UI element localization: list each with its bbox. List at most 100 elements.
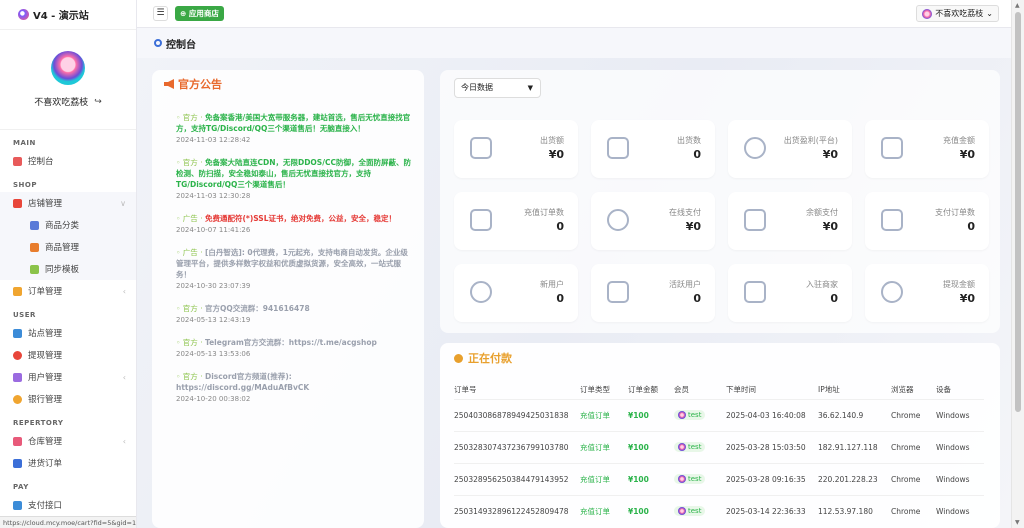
sidebar-item-label: 商品管理 xyxy=(45,243,80,253)
stat-tile: 活跃用户 0 xyxy=(591,264,715,322)
brand[interactable]: V4 - 演示站 xyxy=(0,0,136,30)
scroll-down-icon[interactable]: ▼ xyxy=(1015,519,1020,526)
breadcrumb: 控制台 xyxy=(137,28,1011,58)
announcement-time: 2024-11-03 12:30:28 xyxy=(176,192,251,200)
stat-icon xyxy=(881,281,903,303)
stat-value: ¥0 xyxy=(685,220,701,233)
member-name: test xyxy=(688,474,702,483)
sidebar-item-order-manage[interactable]: 订单管理 ‹ xyxy=(0,280,136,302)
cell-browser: Chrome xyxy=(891,430,936,463)
cell-device: Windows xyxy=(936,494,984,527)
warehouse-icon xyxy=(13,436,22,446)
announcement-item[interactable]: ◦ 官方 · Discord官方频道(推荐): https://discord.… xyxy=(176,371,412,403)
announcement-item[interactable]: ◦ 官方 · Telegram官方交流群：https://t.me/acgsho… xyxy=(176,337,412,358)
member-badge[interactable]: test xyxy=(674,441,706,452)
app-store-button[interactable]: ⊕ 应用商店 xyxy=(175,6,224,21)
sidebar-item-warehouse-manage[interactable]: 仓库管理 ‹ xyxy=(0,430,136,452)
brand-title: V4 - 演示站 xyxy=(33,11,89,22)
announcement-item[interactable]: ◦ 官方 · 免备案大陆直连CDN，无限DDOS/CC防御，全面防屏蔽、防检测、… xyxy=(176,157,412,200)
order-icon xyxy=(13,286,22,296)
sidebar-item-bank-manage[interactable]: 银行管理 xyxy=(0,388,136,410)
table-row[interactable]: 250328307437236799103780 充值订单 ¥100 test 2025… xyxy=(454,430,984,463)
sidebar-item-site-manage[interactable]: 站点管理 xyxy=(0,322,136,344)
table-row[interactable]: 250328956250384479143952 充值订单 ¥100 test 2025… xyxy=(454,462,984,495)
stat-label: 新用户 xyxy=(540,280,564,289)
sidebar: V4 - 演示站 不喜欢吃荔枝 ↪ MAIN 控制台 SHOP 店铺管理 ∨ 商… xyxy=(0,0,137,528)
avatar[interactable] xyxy=(51,51,85,85)
table-row[interactable]: 250403086878949425031838 充值订单 ¥100 test 2025… xyxy=(454,398,984,431)
column-header[interactable]: IP地址 xyxy=(818,381,891,399)
sidebar-item-user-manage[interactable]: 用户管理 ‹ xyxy=(0,366,136,388)
cell-browser: Chrome xyxy=(891,398,936,431)
announcement-item[interactable]: ◦ 广告 · [白丹智选]: 0代理费，1元起充，支持电商自动发货。企业级管理平… xyxy=(176,247,412,290)
announcement-tag: ◦ 官方 · xyxy=(176,372,205,381)
announcement-time: 2024-10-07 11:41:26 xyxy=(176,226,251,234)
page-scrollbar[interactable]: ▲ ▼ xyxy=(1011,0,1024,528)
member-badge[interactable]: test xyxy=(674,505,706,516)
announcement-tag: ◦ 官方 · xyxy=(176,338,205,347)
column-header[interactable]: 会员 xyxy=(674,381,726,399)
announcement-time: 2024-11-03 12:28:42 xyxy=(176,136,251,144)
stat-tile: 入驻商家 0 xyxy=(728,264,852,322)
column-header[interactable]: 下单时间 xyxy=(726,381,818,399)
sidebar-item-label: 订单管理 xyxy=(28,287,63,297)
announcement-text: [白丹智选]: 0代理费，1元起充，支持电商自动发货。企业级管理平台，提供多样数… xyxy=(176,248,408,279)
category-icon xyxy=(30,220,39,230)
section-repertory: REPERTORY xyxy=(13,419,64,427)
avatar-small xyxy=(922,8,933,19)
date-range-select[interactable]: 今日数据 ▼ xyxy=(454,78,541,98)
menu-toggle-button[interactable]: ☰ xyxy=(153,6,168,21)
cell-browser: Chrome xyxy=(891,494,936,527)
sidebar-item-purchase-order[interactable]: 进货订单 xyxy=(0,452,136,474)
stat-label: 提现金额 xyxy=(943,280,975,289)
column-header[interactable]: 订单号 xyxy=(454,381,580,399)
announcement-header: 官方公告 xyxy=(152,70,424,98)
stat-icon xyxy=(607,281,629,303)
scrollbar-thumb[interactable] xyxy=(1015,12,1021,412)
column-header[interactable]: 订单金额 xyxy=(628,381,674,399)
user-dropdown-label: 不喜欢吃荔枝 xyxy=(935,9,984,18)
sidebar-item-label: 店铺管理 xyxy=(28,199,63,209)
cell-member: test xyxy=(674,494,726,527)
cell-ip: 36.62.140.9 xyxy=(818,398,891,431)
stat-tile: 提现金额 ¥0 xyxy=(865,264,989,322)
section-main: MAIN xyxy=(13,139,36,147)
cell-time: 2025-03-14 22:36:33 xyxy=(726,494,818,527)
stat-label: 余额支付 xyxy=(806,208,838,217)
sidebar-item-sync-template[interactable]: 同步模板 xyxy=(0,258,136,280)
section-user: USER xyxy=(13,311,36,319)
stat-label: 在线支付 xyxy=(669,208,701,217)
stat-icon xyxy=(607,209,629,231)
sidebar-item-pay-interface[interactable]: 支付接口 xyxy=(0,494,136,516)
orders-header: 正在付款 xyxy=(440,343,1000,373)
stat-tile: 余额支付 ¥0 xyxy=(728,192,852,250)
stat-value: 0 xyxy=(830,292,838,305)
sidebar-item-product-category[interactable]: 商品分类 xyxy=(0,214,136,236)
announcement-item[interactable]: ◦ 广告 · 免费通配符(*)SSL证书，绝对免费，公益，安全，稳定！ 2024-… xyxy=(176,213,412,234)
announcement-item[interactable]: ◦ 官方 · 官方QQ交流群：941616478 2024-05-13 12:43… xyxy=(176,303,412,324)
user-dropdown[interactable]: 不喜欢吃荔枝 ⌄ xyxy=(916,5,999,22)
table-row[interactable]: 250314932896122452809478 充值订单 ¥100 test 2025… xyxy=(454,494,984,527)
column-header[interactable]: 浏览器 xyxy=(891,381,936,399)
logout-icon[interactable]: ↪ xyxy=(94,97,102,107)
column-header[interactable]: 设备 xyxy=(936,381,984,399)
member-name: test xyxy=(688,506,702,515)
brand-logo-icon xyxy=(18,9,29,20)
sidebar-item-shop-manage[interactable]: 店铺管理 ∨ xyxy=(0,192,136,214)
shop-icon xyxy=(13,198,22,208)
announcement-item[interactable]: ◦ 官方 · 免备案香港/美国大宽带服务器，建站首选，售后无忧直接找官方，支持T… xyxy=(176,112,412,144)
announcement-tag: ◦ 广告 · xyxy=(176,248,205,257)
stat-label: 活跃用户 xyxy=(669,280,701,289)
scroll-up-icon[interactable]: ▲ xyxy=(1015,2,1020,9)
announcement-tag: ◦ 官方 · xyxy=(176,158,205,167)
sidebar-item-dashboard[interactable]: 控制台 xyxy=(0,150,136,172)
announcement-tag: ◦ 官方 · xyxy=(176,304,205,313)
cell-ip: 112.53.97.180 xyxy=(818,494,891,527)
member-badge[interactable]: test xyxy=(674,409,706,420)
column-header[interactable]: 订单类型 xyxy=(580,381,628,399)
sidebar-item-product-manage[interactable]: 商品管理 xyxy=(0,236,136,258)
sidebar-item-withdraw-manage[interactable]: 提现管理 xyxy=(0,344,136,366)
purchase-icon xyxy=(13,458,22,468)
announcement-time: 2024-10-30 23:07:39 xyxy=(176,282,251,290)
member-badge[interactable]: test xyxy=(674,473,706,484)
